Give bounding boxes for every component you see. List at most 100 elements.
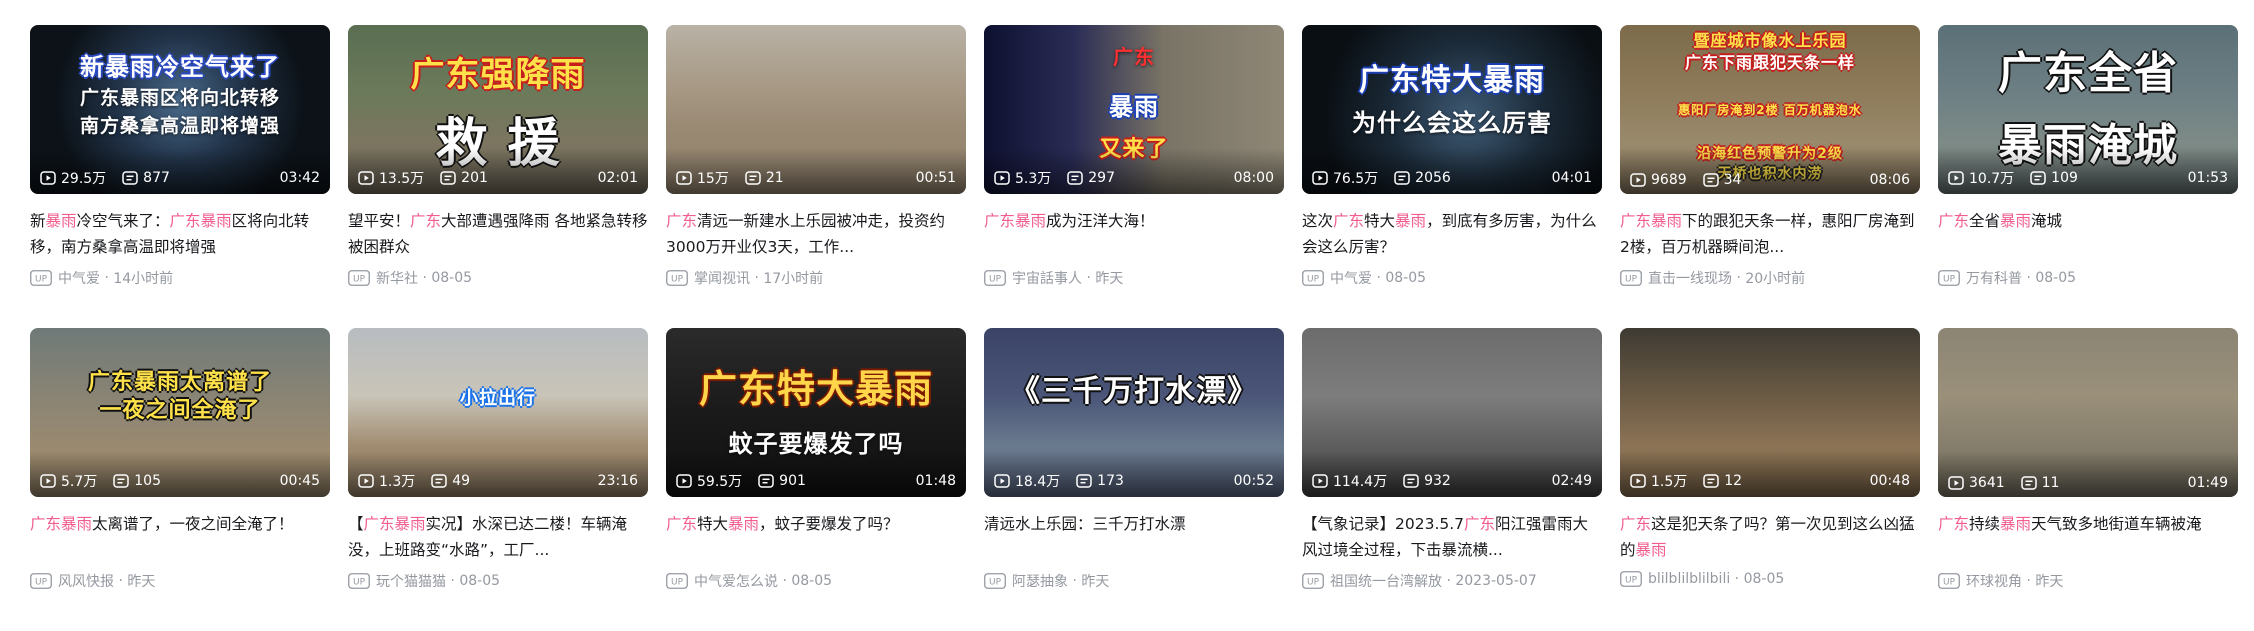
video-title[interactable]: 广东全省暴雨淹城 [1938,208,2238,260]
svg-text:UP: UP [353,275,366,285]
title-keyword-highlight: 广东 [1620,212,1652,230]
danmaku-icon [113,473,134,489]
video-meta: UP 中气爱 · 08-05 [1302,268,1602,288]
uploader-name[interactable]: 万有科普 [1966,268,2022,288]
uploader-name[interactable]: 宇宙話事人 [1012,268,1082,288]
play-count-icon [1630,172,1651,188]
video-card[interactable]: 1.5万 12 00:48 广东这是犯天条了吗？第一次见到这么凶猛的暴雨 UP blilb… [1620,328,1920,631]
video-card[interactable]: 《三千万打水漂》 18.4万 173 00:52 清远水上乐园：三千万打水漂 UP 阿瑟抽象… [984,328,1284,631]
video-card[interactable]: 广东特大暴雨 为什么会这么厉害 76.5万 2056 04:01 这次广东特大暴雨，到底有… [1302,25,1602,328]
comments-stat: 11 [2020,475,2059,491]
uploader-name[interactable]: 中气爱 [1330,268,1372,288]
meta-separator: · [1082,270,1096,286]
title-keyword-highlight: 暴雨 [1395,212,1427,230]
video-meta: UP 中气爱 · 14小时前 [30,268,330,288]
video-stats: 1.5万 12 00:48 [1630,471,1910,491]
publish-time: 昨天 [127,574,156,590]
video-title[interactable]: 望平安！广东大部遭遇强降雨 各地紧急转移被困群众 [348,208,648,260]
publish-time: 20小时前 [1745,271,1806,287]
up-badge-icon: UP [1302,573,1324,589]
svg-text:UP: UP [989,275,1002,285]
video-title[interactable]: 清远水上乐园：三千万打水漂 [984,511,1284,563]
video-title[interactable]: 广东特大暴雨，蚊子要爆发了吗？ [666,511,966,563]
video-thumbnail[interactable]: 114.4万 932 02:49 [1302,328,1602,497]
title-text: ，蚊子要爆发了吗？ [759,515,899,533]
uploader-name[interactable]: 阿瑟抽象 [1012,571,1068,591]
danmaku-icon [1702,172,1724,188]
danmaku-icon [2020,475,2042,491]
video-card[interactable]: 广东暴雨太离谱了 一夜之间全淹了 5.7万 105 00:45 广东暴雨太离谱了，一夜之间… [30,328,330,631]
uploader-name[interactable]: 掌闻视讯 [694,268,750,288]
video-card[interactable]: 广东强降雨救 援 13.5万 201 02:01 望平安！广东大部遭遇强降雨 各地紧急转… [348,25,648,328]
up-badge-icon: UP [1302,270,1324,286]
uploader-name[interactable]: 环球视角 [1966,571,2022,591]
video-stats: 9689 34 08:06 [1630,172,1910,188]
play-count-icon [1312,170,1333,186]
video-title[interactable]: 广东清远一新建水上乐园被冲走，投资约3000万开业仅3天，工作... [666,208,966,260]
video-thumbnail[interactable]: 1.5万 12 00:48 [1620,328,1920,497]
video-thumbnail[interactable]: 《三千万打水漂》 18.4万 173 00:52 [984,328,1284,497]
video-thumbnail[interactable]: 广东特大暴雨 蚊子要爆发了吗 59.5万 901 01:48 [666,328,966,497]
video-title[interactable]: 广东持续暴雨天气致多地街道车辆被淹 [1938,511,2238,563]
video-thumbnail[interactable]: 广东暴雨又来了5.3万29708:00 [984,25,1284,194]
thumbnail-overlay-text: 南方桑拿高温即将增强 [79,115,280,137]
video-title[interactable]: 【气象记录】2023.5.7广东阳江强雷雨大风过境全过程，下击暴流横... [1302,511,1602,563]
danmaku-icon [745,170,766,186]
video-title[interactable]: 【广东暴雨实况】水深已达二楼！车辆淹没，上班路变“水路”，工厂... [348,511,648,563]
video-thumbnail[interactable]: 3641 11 01:49 [1938,328,2238,497]
video-thumbnail[interactable]: 新暴雨冷空气来了 广东暴雨区将向北转移 南方桑拿高温即将增强 29.5万 877 03:4… [30,25,330,194]
up-badge-icon: UP [1620,270,1642,286]
play-count-icon [40,170,61,186]
svg-text:UP: UP [35,275,48,285]
thumbnail-overlay-text: 暴雨 [1109,93,1159,121]
video-card[interactable]: 114.4万 932 02:49 【气象记录】2023.5.7广东阳江强雷雨大风过境全… [1302,328,1602,631]
video-card[interactable]: 广东特大暴雨 蚊子要爆发了吗 59.5万 901 01:48 广东特大暴雨，蚊子要爆发了吗… [666,328,966,631]
uploader-name[interactable]: 中气爱怎么说 [694,571,778,591]
video-card[interactable]: 广东全省 暴雨淹城 10.7万 109 01:53 广东全省暴雨淹城 UP 万有科普 · 08… [1938,25,2238,328]
thumbnail-overlay-text: 广东强降雨 [410,55,586,95]
uploader-name[interactable]: 直击一线现场 [1648,268,1732,288]
video-thumbnail[interactable]: 暨座城市像水上乐园广东下雨跟犯天条一样惠阳厂房淹到2楼 百万机器泡水沿海红色预警… [1620,25,1920,194]
video-thumbnail[interactable]: 广东特大暴雨 为什么会这么厉害 76.5万 2056 04:01 [1302,25,1602,194]
video-title[interactable]: 广东这是犯天条了吗？第一次见到这么凶猛的暴雨 [1620,511,1920,563]
title-keyword-highlight: 暴雨 [2000,515,2032,533]
video-title[interactable]: 新暴雨冷空气来了：广东暴雨区将向北转移，南方桑拿高温即将增强 [30,208,330,260]
danmaku-icon [440,170,461,186]
video-stats: 18.4万 173 00:52 [994,471,1274,491]
title-text: 【 [348,515,364,533]
uploader-name[interactable]: 玩个猫猫猫 [376,571,446,591]
uploader-name[interactable]: 新华社 [376,268,418,288]
video-title[interactable]: 广东暴雨太离谱了，一夜之间全淹了！ [30,511,330,563]
uploader-name[interactable]: blilblilblilbili [1648,571,1730,587]
video-thumbnail[interactable]: 小拉出行 1.3万 49 23:16 [348,328,648,497]
danmaku-icon [758,473,779,489]
comments-stat: 877 [122,170,170,186]
video-title[interactable]: 这次广东特大暴雨，到底有多厉害，为什么会这么厉害？ [1302,208,1602,260]
views-stat: 1.5万 [1630,471,1687,491]
uploader-name[interactable]: 风风快报 [58,571,114,591]
video-card[interactable]: 新暴雨冷空气来了 广东暴雨区将向北转移 南方桑拿高温即将增强 29.5万 877 03:4… [30,25,330,328]
title-text: 这次 [1302,212,1334,230]
play-count-icon [676,170,697,186]
video-card[interactable]: 15万 21 00:51 广东清远一新建水上乐园被冲走，投资约3000万开业仅3天，工… [666,25,966,328]
video-card[interactable]: 暨座城市像水上乐园广东下雨跟犯天条一样惠阳厂房淹到2楼 百万机器泡水沿海红色预警… [1620,25,1920,328]
thumbnail-overlay-text: 暨座城市像水上乐园 [1693,31,1847,50]
views-stat: 10.7万 [1948,168,2014,188]
video-thumbnail[interactable]: 广东全省 暴雨淹城 10.7万 109 01:53 [1938,25,2238,194]
video-duration: 04:01 [1551,170,1592,186]
title-text: 成为汪洋大海！ [1046,212,1155,230]
video-card[interactable]: 小拉出行 1.3万 49 23:16 【广东暴雨实况】水深已达二楼！车辆淹没，上班路变“… [348,328,648,631]
uploader-name[interactable]: 祖国统一台湾解放 [1330,571,1442,591]
title-keyword-highlight: 暴雨 [61,515,93,533]
video-card[interactable]: 3641 11 01:49 广东持续暴雨天气致多地街道车辆被淹 UP 环球视角 · 昨天 [1938,328,2238,631]
video-title[interactable]: 广东暴雨成为汪洋大海！ [984,208,1284,260]
video-card[interactable]: 广东暴雨又来了5.3万29708:00广东暴雨成为汪洋大海！UP宇宙話事人 · … [984,25,1284,328]
video-meta: UP 环球视角 · 昨天 [1938,571,2238,591]
video-thumbnail[interactable]: 15万 21 00:51 [666,25,966,194]
video-thumbnail[interactable]: 广东暴雨太离谱了 一夜之间全淹了 5.7万 105 00:45 [30,328,330,497]
title-text: 清远一新建水上乐园被冲走，投资约3000万开业仅3天，工作... [666,212,946,256]
uploader-name[interactable]: 中气爱 [58,268,100,288]
video-title[interactable]: 广东暴雨下的跟犯天条一样，惠阳厂房淹到2楼，百万机器瞬间泡... [1620,208,1920,260]
thumbnail-overlay-text: 广东暴雨区将向北转移 [79,87,280,109]
video-thumbnail[interactable]: 广东强降雨救 援 13.5万 201 02:01 [348,25,648,194]
